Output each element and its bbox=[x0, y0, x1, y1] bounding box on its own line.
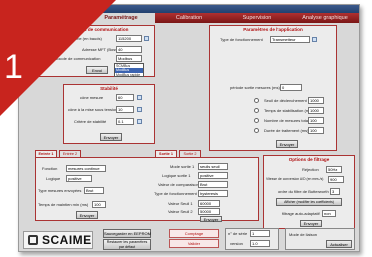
tab-supervision[interactable]: Supervision bbox=[223, 13, 291, 23]
proto-option-modbus-rapide[interactable]: ModBus rapide bbox=[115, 73, 143, 77]
serial-field: 1 bbox=[250, 230, 270, 237]
link-mode-label: Mode de liaison bbox=[289, 232, 318, 237]
restore-defaults-button[interactable]: Restaurer les paramètres par défaut bbox=[103, 239, 151, 250]
adaptive-filter-select[interactable]: non bbox=[322, 210, 336, 217]
input-logic-label: Logique bbox=[46, 176, 61, 181]
proc-time-label: Durée de traitement (ms) bbox=[264, 128, 309, 133]
threshold1-label: Valeur Seuil 1 bbox=[168, 201, 193, 206]
stab-width-field[interactable]: 60 bbox=[116, 94, 134, 101]
order-field[interactable]: 3 bbox=[330, 188, 340, 195]
input-function-select[interactable]: mesures continue bbox=[66, 165, 106, 172]
stab-send-button[interactable]: Envoyer bbox=[100, 133, 122, 141]
conv-select[interactable]: 900 bbox=[328, 176, 344, 183]
warning-box-1: Comptage bbox=[169, 229, 219, 238]
tab-input-2[interactable]: Entrée 2 bbox=[59, 150, 81, 157]
threshold2-field[interactable]: 50000 bbox=[198, 208, 220, 215]
proto-select[interactable]: Modbus bbox=[116, 55, 142, 62]
output-comp-select[interactable]: Brut bbox=[198, 181, 228, 188]
row-radio[interactable] bbox=[254, 128, 259, 133]
conv-label: Vitesse de conversion A/D (en mes./s) bbox=[266, 177, 324, 181]
threshold1-field[interactable]: 60000 bbox=[198, 200, 220, 207]
meas-count-field[interactable]: 100 bbox=[308, 117, 324, 124]
output-logic-select[interactable]: positive bbox=[198, 172, 228, 179]
stab-criterion-field[interactable]: 0.1 bbox=[116, 118, 134, 125]
app-panel: Paramètres de l'application Type de fonc… bbox=[209, 25, 337, 151]
coefficients-button[interactable]: Afficher (modifier les coefficients) bbox=[276, 198, 342, 206]
func-chevron-down-icon[interactable] bbox=[312, 37, 317, 42]
rejection-select[interactable]: 50Hz bbox=[326, 166, 342, 173]
baud-select[interactable]: 115200 bbox=[116, 35, 142, 42]
input-resp-select[interactable]: Brut bbox=[84, 187, 104, 194]
input-logic-select[interactable]: positive bbox=[66, 175, 92, 182]
app-title: Paramètres de l'application bbox=[243, 27, 303, 32]
serial-label: n° de série bbox=[228, 231, 248, 236]
stab-time-stepper-icon[interactable] bbox=[137, 107, 142, 112]
tab-output-1[interactable]: Sortie 1 bbox=[155, 150, 177, 157]
input-delay-label: Temps de maintien min (ms) bbox=[38, 202, 89, 207]
stab-time-field[interactable]: 10 bbox=[116, 106, 134, 113]
threshold-field[interactable]: 1000 bbox=[308, 97, 324, 104]
scaime-logo-icon bbox=[28, 235, 38, 245]
period-field[interactable]: 0 bbox=[280, 84, 302, 91]
addr-field[interactable]: 40 bbox=[116, 46, 142, 53]
output-logic-label: Logique sortie 1 bbox=[162, 173, 191, 178]
stab-criterion-label: Critère de stabilité bbox=[74, 119, 107, 124]
output-mode-label: Mode sortie 1 bbox=[170, 164, 195, 169]
save-eeprom-button[interactable]: Sauvegarder en EEPROM bbox=[103, 229, 151, 238]
proto-dropdown-menu: SCMBus ModBus ModBus rapide bbox=[114, 63, 144, 77]
output-type-select[interactable]: hysteresis bbox=[198, 190, 228, 197]
input-delay-field[interactable]: 100 bbox=[92, 201, 106, 208]
tab-analyse-graphique[interactable]: Analyse graphique bbox=[291, 13, 359, 23]
input-resp-label: Type mesures envoyées bbox=[38, 188, 82, 193]
proc-time-field[interactable]: 100 bbox=[308, 127, 324, 134]
app-send-button[interactable]: Envoyer bbox=[276, 140, 298, 148]
output-mode-select[interactable]: seuils seuil bbox=[198, 163, 228, 170]
func-label: Type de fonctionnement bbox=[220, 37, 263, 42]
row-radio[interactable] bbox=[254, 98, 259, 103]
period-label: période sortie mesures (ms) bbox=[230, 85, 280, 90]
corner-marker-number: 1 bbox=[4, 48, 23, 86]
output-type-label: Type de fonctionnement bbox=[154, 191, 197, 196]
tab-output-2[interactable]: Sortie 2 bbox=[179, 150, 201, 157]
stab-time-label: Temps de stabilisation (ms) bbox=[264, 108, 313, 113]
scaime-logo: SCAIME bbox=[23, 231, 93, 249]
baud-chevron-down-icon[interactable] bbox=[144, 36, 149, 41]
func-select[interactable]: Transmetteur bbox=[270, 36, 310, 43]
filter-send-button[interactable]: Envoyer bbox=[300, 220, 322, 227]
tab-input-1[interactable]: Entrée 1 bbox=[35, 150, 57, 157]
scaime-logo-text: SCAIME bbox=[42, 233, 92, 247]
link-mode-box: Mode de liaison Actualiser bbox=[285, 228, 355, 250]
order-label: ordre du filtre de Butterworth bbox=[278, 189, 329, 194]
input-send-button[interactable]: Envoyer bbox=[76, 211, 98, 219]
stab-width-stepper-icon[interactable] bbox=[137, 95, 142, 100]
version-field: 1.0 bbox=[250, 240, 270, 247]
filter-panel: Options de filtrage Réjection 50Hz Vites… bbox=[263, 155, 355, 229]
adaptive-filter-label: filtrage auto-adaptatif bbox=[282, 211, 320, 216]
refresh-button[interactable]: Actualiser bbox=[326, 240, 352, 248]
threshold2-label: Valeur Seuil 2 bbox=[168, 209, 193, 214]
device-info-box: n° de série 1 version 1.0 bbox=[225, 228, 279, 250]
output-comp-label: Valeur de comparaison bbox=[158, 182, 199, 187]
meas-count-label: Nombre de mesures totales bbox=[264, 118, 314, 123]
stab-time-field[interactable]: 1000 bbox=[308, 107, 324, 114]
warning-box-2: Valider bbox=[169, 239, 219, 248]
input-function-label: Fonction bbox=[42, 166, 58, 171]
stab-criterion-stepper-icon[interactable] bbox=[137, 119, 142, 124]
version-label: version bbox=[230, 241, 243, 246]
io-panel: Fonction mesures continue Logique positi… bbox=[35, 157, 259, 222]
row-radio[interactable] bbox=[254, 118, 259, 123]
filter-title: Options de filtrage bbox=[288, 157, 330, 162]
threshold-label: Seuil de déclenchement bbox=[264, 98, 307, 103]
tab-calibration[interactable]: Calibration bbox=[155, 13, 223, 23]
row-radio[interactable] bbox=[254, 108, 259, 113]
rejection-label: Réjection bbox=[302, 167, 319, 172]
output-send-button[interactable]: Envoyer bbox=[200, 216, 222, 222]
